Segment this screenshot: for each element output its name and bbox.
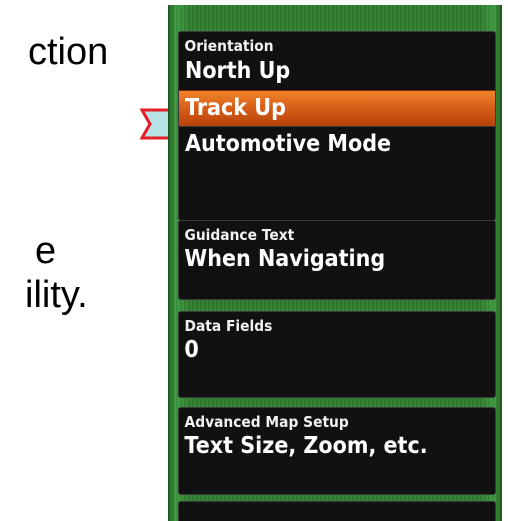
- option-north-up[interactable]: North Up: [179, 54, 495, 90]
- next-panel-partial[interactable]: [178, 501, 496, 521]
- data-fields-value: 0: [184, 337, 199, 363]
- data-fields-button[interactable]: Data Fields 0: [178, 311, 496, 398]
- guidance-text-button[interactable]: Guidance Text When Navigating: [178, 220, 496, 300]
- advanced-map-setup-button[interactable]: Advanced Map Setup Text Size, Zoom, etc.: [178, 407, 496, 495]
- advanced-map-setup-title: Advanced Map Setup: [184, 413, 349, 431]
- option-label: Automotive Mode: [185, 131, 392, 157]
- orientation-panel: Orientation North Up Track Up Automotive…: [178, 31, 496, 221]
- option-automotive-mode[interactable]: Automotive Mode: [179, 126, 495, 162]
- advanced-map-setup-value: Text Size, Zoom, etc.: [184, 433, 428, 459]
- guidance-text-value: When Navigating: [184, 246, 386, 272]
- data-fields-title: Data Fields: [184, 317, 273, 335]
- option-label: North Up: [185, 58, 291, 84]
- option-track-up[interactable]: Track Up: [179, 90, 495, 126]
- slide-text-line-3: ility.: [25, 274, 88, 316]
- orientation-title: Orientation: [184, 37, 274, 55]
- device-settings-screen: Orientation North Up Track Up Automotive…: [168, 5, 502, 521]
- slide-text-line-1: ction: [28, 31, 109, 73]
- guidance-text-title: Guidance Text: [184, 226, 295, 244]
- option-label: Track Up: [185, 95, 286, 121]
- slide-text-line-2: e: [35, 230, 57, 272]
